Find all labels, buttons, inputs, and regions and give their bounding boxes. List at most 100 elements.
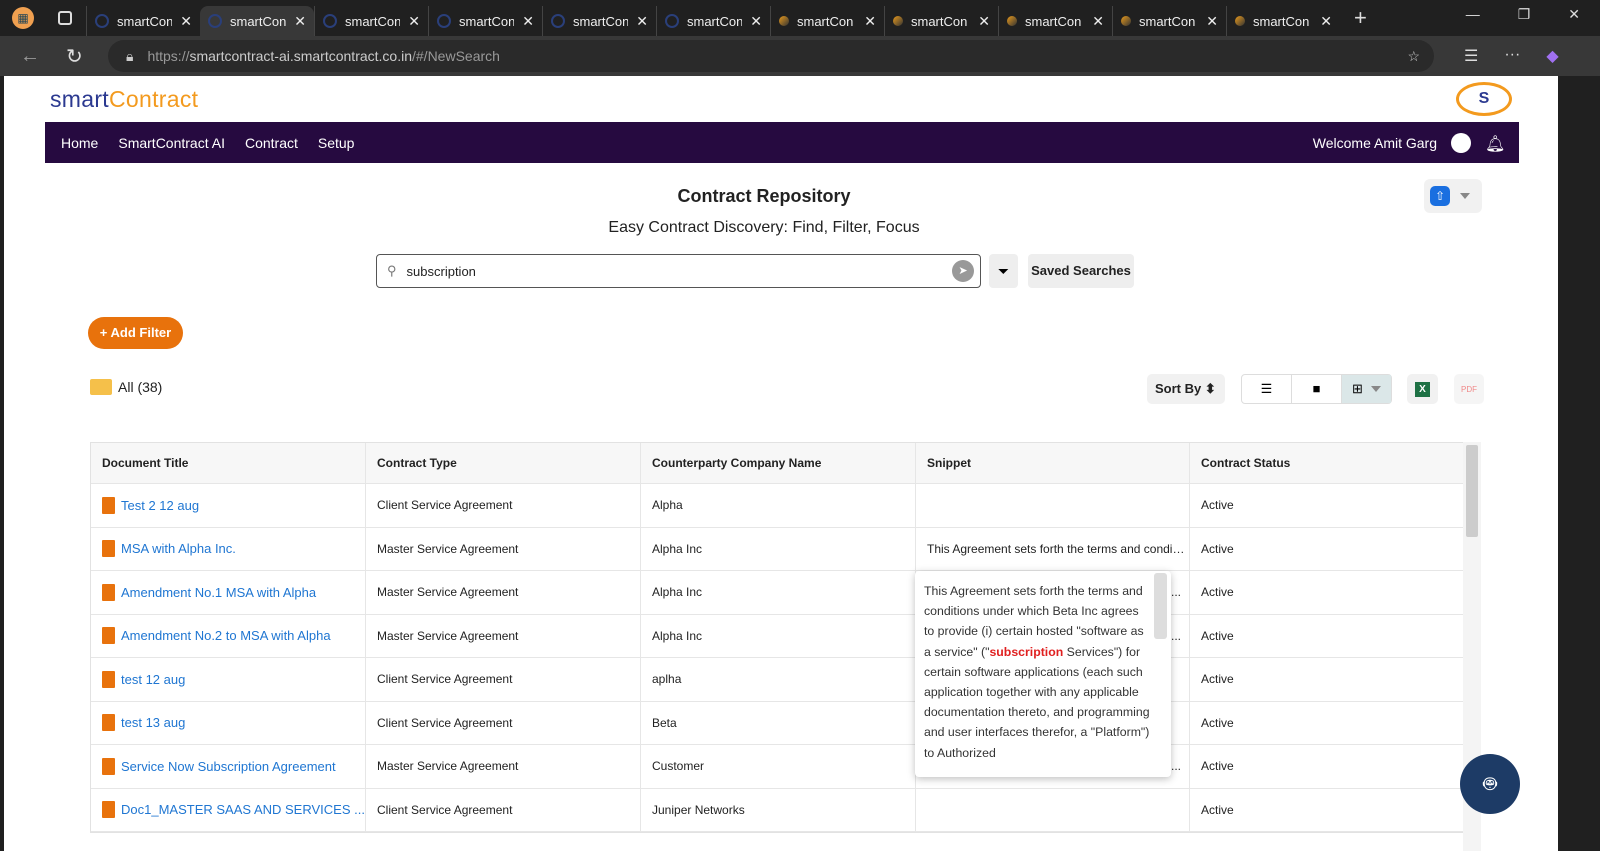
table-row[interactable]: MSA with Alpha Inc. Master Service Agreem… xyxy=(91,527,1480,571)
tab-title: smartCon xyxy=(573,13,629,29)
chatbot-button[interactable]: 🤖︎ xyxy=(1460,754,1520,814)
refresh-icon[interactable]: ↻ xyxy=(66,44,92,69)
browser-tab[interactable]: smartCon ✕ xyxy=(200,6,314,36)
browser-tab[interactable]: smartCon ✕ xyxy=(542,6,656,36)
all-count: All (38) xyxy=(118,379,163,395)
tab-close-icon[interactable]: ✕ xyxy=(636,13,648,30)
contracts-table: Document Title Contract Type Counterparty … xyxy=(90,442,1481,833)
document-title: Service Now Subscription Agreement xyxy=(121,758,336,774)
tab-close-icon[interactable]: ✕ xyxy=(1092,13,1104,30)
tab-close-icon[interactable]: ✕ xyxy=(1206,13,1218,30)
table-row[interactable]: Doc1_MASTER SAAS AND SERVICES ... Client … xyxy=(91,788,1480,832)
col-snippet[interactable]: This Agreement sets forth the terms and … xyxy=(916,527,1190,570)
table-row[interactable]: Test 2 12 aug Client Service Agreement Alp… xyxy=(91,484,1480,528)
minimize-button[interactable]: — xyxy=(1466,6,1480,23)
document-link[interactable]: test 12 aug xyxy=(102,670,185,688)
filter-button[interactable]: ⏷ xyxy=(989,254,1018,288)
browser-tab[interactable]: smartCon ✕ xyxy=(998,6,1112,36)
col-contract-type-header[interactable]: Contract Type xyxy=(366,443,641,483)
col-snippet[interactable] xyxy=(916,788,1190,831)
document-icon xyxy=(102,583,115,601)
saved-searches-button[interactable]: Saved Searches xyxy=(1028,254,1134,288)
col-status-header[interactable]: Contract Status xyxy=(1190,443,1465,483)
url-input[interactable]: 🔒︎ https://smartcontract-ai.smartcontrac… xyxy=(108,40,1434,72)
smartcontract-logo[interactable]: smartContract xyxy=(50,86,198,113)
table-row[interactable]: test 12 aug Client Service Agreement aplha… xyxy=(91,658,1480,702)
table-row[interactable]: Service Now Subscription Agreement Master… xyxy=(91,745,1480,789)
send-icon[interactable]: ➤ xyxy=(952,260,974,282)
filter-icon: ⏷ xyxy=(997,263,1010,279)
calculator-icon[interactable]: ▦ xyxy=(12,7,34,29)
user-account-icon[interactable] xyxy=(1451,132,1471,153)
url-path: /#/NewSearch xyxy=(412,48,500,64)
more-icon[interactable]: ··· xyxy=(1504,46,1520,66)
export-pdf-button[interactable]: PDF xyxy=(1454,374,1484,404)
tab-title: smartCon xyxy=(459,13,515,29)
table-row[interactable]: Amendment No.2 to MSA with Alpha Master S… xyxy=(91,614,1480,658)
tab-close-icon[interactable]: ✕ xyxy=(294,13,306,30)
notification-bell-icon[interactable]: 🔔︎ xyxy=(1485,134,1505,153)
sort-by-label: Sort By xyxy=(1155,381,1202,396)
favorite-star-icon[interactable]: ☆ xyxy=(1407,48,1420,65)
restore-button[interactable]: ❐ xyxy=(1518,6,1531,23)
browser-tab[interactable]: smartCon ✕ xyxy=(656,6,770,36)
col-counterparty: aplha xyxy=(641,658,916,701)
close-window-button[interactable]: ✕ xyxy=(1568,6,1580,23)
nav-contract[interactable]: Contract xyxy=(245,135,298,151)
table-row[interactable]: test 13 aug Client Service Agreement Beta A… xyxy=(91,701,1480,745)
browser-tab[interactable]: smartCon ✕ xyxy=(884,6,998,36)
document-title: Amendment No.2 to MSA with Alpha xyxy=(121,628,331,644)
tab-close-icon[interactable]: ✕ xyxy=(180,13,192,30)
tab-close-icon[interactable]: ✕ xyxy=(522,13,534,30)
document-link[interactable]: MSA with Alpha Inc. xyxy=(102,540,236,558)
document-link[interactable]: Amendment No.1 MSA with Alpha xyxy=(102,583,316,601)
col-document-title-header[interactable]: Document Title xyxy=(91,443,366,483)
tab-favicon-icon xyxy=(1007,16,1017,26)
col-counterparty-header[interactable]: Counterparty Company Name xyxy=(641,443,916,483)
browser-tab[interactable]: smartCon ✕ xyxy=(1226,6,1340,36)
tab-favicon-icon xyxy=(665,14,679,28)
tab-title: smartCon xyxy=(1253,13,1310,29)
excel-icon: X xyxy=(1415,381,1430,397)
browser-tab[interactable]: smartCon ✕ xyxy=(428,6,542,36)
col-status: Active xyxy=(1201,715,1234,730)
sort-by-button[interactable]: Sort By ⬍ xyxy=(1147,374,1225,404)
upload-dropdown-button[interactable]: ⇧ xyxy=(1424,179,1482,213)
table-view-button[interactable]: ⊞ xyxy=(1342,375,1391,403)
document-link[interactable]: Test 2 12 aug xyxy=(102,496,199,514)
document-title: Doc1_MASTER SAAS AND SERVICES ... xyxy=(121,802,365,818)
add-filter-button[interactable]: + Add Filter xyxy=(88,317,183,349)
tooltip-scrollbar[interactable] xyxy=(1154,573,1167,639)
search-input[interactable]: ⚲ subscription ➤ xyxy=(376,254,981,288)
col-snippet[interactable] xyxy=(916,484,1190,527)
all-folder[interactable]: All (38) xyxy=(90,379,162,395)
sidebar-toggle-icon[interactable] xyxy=(58,11,72,25)
pdf-icon: PDF xyxy=(1461,384,1477,394)
tab-close-icon[interactable]: ✕ xyxy=(750,13,762,30)
export-excel-button[interactable]: X xyxy=(1407,374,1438,404)
favorites-icon[interactable]: ☰ xyxy=(1464,46,1478,66)
nav-smartcontract-ai[interactable]: SmartContract AI xyxy=(118,135,225,151)
copilot-icon[interactable]: ◆ xyxy=(1546,46,1558,66)
browser-tab[interactable]: smartCon ✕ xyxy=(314,6,428,36)
document-link[interactable]: Amendment No.2 to MSA with Alpha xyxy=(102,627,331,645)
browser-tab[interactable]: smartCon ✕ xyxy=(86,6,200,36)
table-row[interactable]: Amendment No.1 MSA with Alpha Master Serv… xyxy=(91,571,1480,615)
brand-icon: S xyxy=(1456,82,1512,116)
tab-close-icon[interactable]: ✕ xyxy=(978,13,990,30)
document-link[interactable]: test 13 aug xyxy=(102,714,185,732)
new-tab-button[interactable]: + xyxy=(1354,5,1367,31)
col-snippet-header[interactable]: Snippet xyxy=(916,443,1190,483)
browser-tab[interactable]: smartCon ✕ xyxy=(1112,6,1226,36)
document-link[interactable]: Service Now Subscription Agreement xyxy=(102,757,336,775)
document-link[interactable]: Doc1_MASTER SAAS AND SERVICES ... xyxy=(102,801,365,819)
nav-setup[interactable]: Setup xyxy=(318,135,355,151)
list-view-button[interactable]: ☰ xyxy=(1242,375,1292,403)
tab-close-icon[interactable]: ✕ xyxy=(1320,13,1332,30)
back-icon[interactable]: ← xyxy=(20,45,46,68)
folder-view-button[interactable]: ■ xyxy=(1292,375,1342,403)
nav-home[interactable]: Home xyxy=(61,135,98,151)
browser-tab[interactable]: smartCon ✕ xyxy=(770,6,884,36)
tab-close-icon[interactable]: ✕ xyxy=(864,13,876,30)
tab-close-icon[interactable]: ✕ xyxy=(408,13,420,30)
